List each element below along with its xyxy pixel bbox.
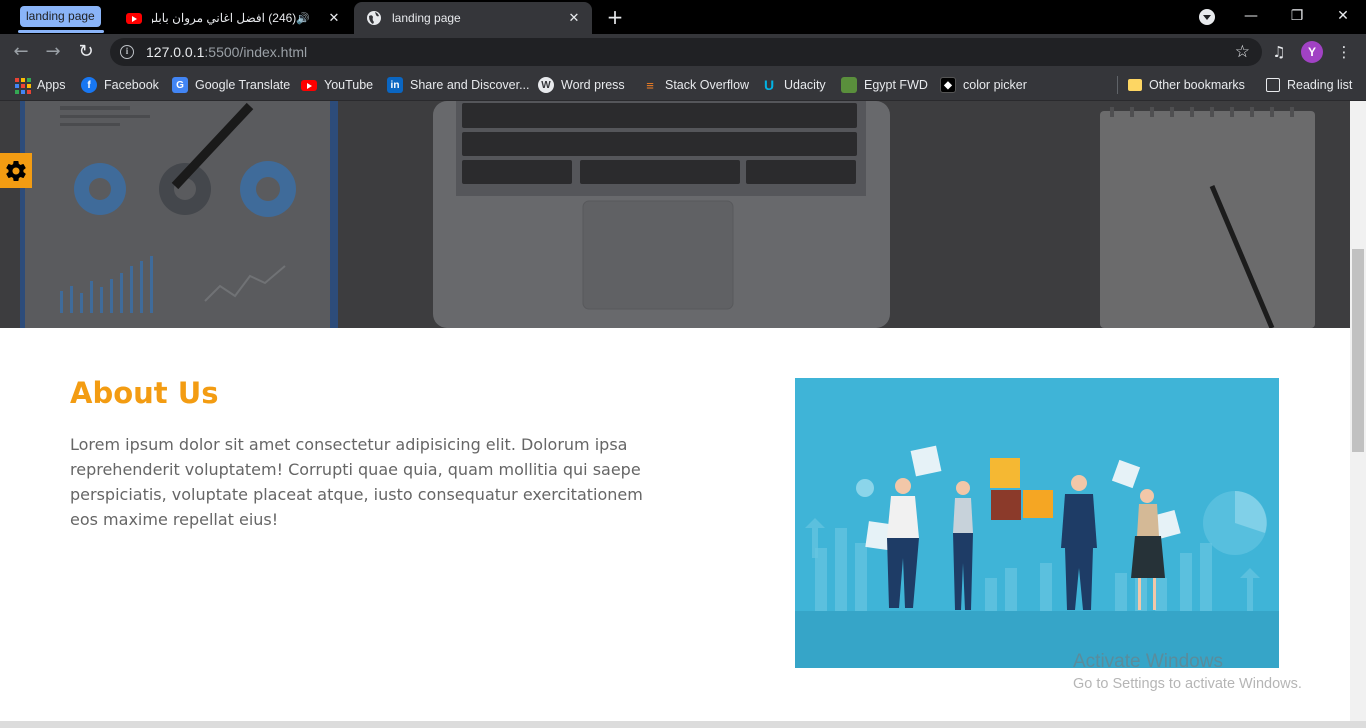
horizontal-scrollbar[interactable] [0,721,1366,728]
apps-grid-icon [14,77,31,94]
bookmark-other[interactable]: Other bookmarks [1128,75,1245,95]
media-control-icon[interactable]: ♫ [1268,41,1290,63]
watermark-line-2: Go to Settings to activate Windows. [1073,676,1302,692]
tab-group-underline [18,30,104,33]
reading-list[interactable]: Reading list [1266,75,1352,95]
youtube-icon [301,77,317,93]
address-bar[interactable]: i 127.0.0.1:5500/index.html ☆ [110,38,1262,66]
stackoverflow-icon: ≡ [646,77,654,93]
tab-youtube[interactable]: (246) افضل اغاني مروان بابلو 🔊 ✕ [114,2,352,34]
tab-group-chip[interactable]: landing page [20,6,101,27]
bookmark-separator [1117,76,1118,94]
close-tab-icon[interactable]: ✕ [326,10,342,26]
facebook-icon: f [81,77,97,93]
color-picker-icon: ◆ [940,77,956,93]
site-info-icon[interactable]: i [120,45,134,59]
menu-kebab-icon[interactable]: ⋮ [1333,41,1355,63]
back-button[interactable]: ← [9,40,33,64]
close-window-button[interactable]: ✕ [1320,0,1366,32]
hero-image [0,101,1350,328]
udacity-icon: U [763,77,775,93]
speaker-icon[interactable]: 🔊 [296,12,310,25]
settings-toggle-button[interactable] [0,153,32,188]
tab-landing-page[interactable]: landing page ✕ [354,2,592,34]
bookmark-linkedin[interactable]: in Share and Discover... [387,75,530,95]
minimize-button[interactable]: — [1228,0,1274,32]
about-text: Lorem ipsum dolor sit amet consectetur a… [70,435,643,529]
youtube-icon [126,10,142,26]
tab-title: landing page [392,11,461,25]
windows-activation-watermark: Activate Windows Go to Settings to activ… [1073,651,1302,692]
bookmark-google-translate[interactable]: G Google Translate [172,75,290,95]
bookmark-egypt-fwd[interactable]: Egypt FWD [841,75,928,95]
vertical-scrollbar[interactable] [1350,101,1366,721]
tab-search-icon[interactable] [1199,9,1215,25]
teamwork-illustration [795,378,1279,668]
egypt-fwd-icon [841,77,857,93]
toolbar: ← → ↻ i 127.0.0.1:5500/index.html ☆ ♫ ⋮ [0,34,1366,70]
reload-button[interactable]: ↻ [74,40,98,64]
forward-button[interactable]: → [41,40,65,64]
restore-button[interactable]: ❐ [1274,0,1320,32]
url-text[interactable]: 127.0.0.1:5500/index.html [146,44,1235,60]
new-tab-button[interactable]: + [604,6,626,28]
linkedin-icon: in [387,77,403,93]
folder-icon [1128,79,1142,91]
globe-icon [366,10,382,26]
bookmark-color-picker[interactable]: ◆ color picker [940,75,1027,95]
bookmark-apps[interactable]: Apps [14,75,66,95]
gear-icon [6,160,26,181]
close-tab-icon[interactable]: ✕ [566,10,582,26]
google-translate-icon: G [172,77,188,93]
browser-chrome: landing page (246) افضل اغاني مروان بابل… [0,0,1366,101]
reading-list-icon [1266,78,1280,92]
page-viewport: About Us Lorem ipsum dolor sit amet cons… [0,101,1350,721]
bookmark-stackoverflow[interactable]: ≡ Stack Overflow [642,75,749,95]
wordpress-icon: W [538,77,554,93]
avatar[interactable]: Y [1301,41,1323,63]
bookmark-star-icon[interactable]: ☆ [1235,42,1250,62]
bookmark-facebook[interactable]: f Facebook [81,75,159,95]
bookmark-youtube[interactable]: YouTube [301,75,373,95]
tab-strip: landing page (246) افضل اغاني مروان بابل… [0,0,1366,34]
tab-title: (246) افضل اغاني مروان بابلو [152,11,297,25]
watermark-line-1: Activate Windows [1073,651,1223,672]
bookmark-udacity[interactable]: U Udacity [761,75,826,95]
bookmark-wordpress[interactable]: W Word press [538,75,625,95]
bookmarks-bar: Apps f Facebook G Google Translate YouTu… [0,70,1366,101]
about-title: About Us [70,376,219,410]
scrollbar-thumb[interactable] [1352,249,1364,452]
